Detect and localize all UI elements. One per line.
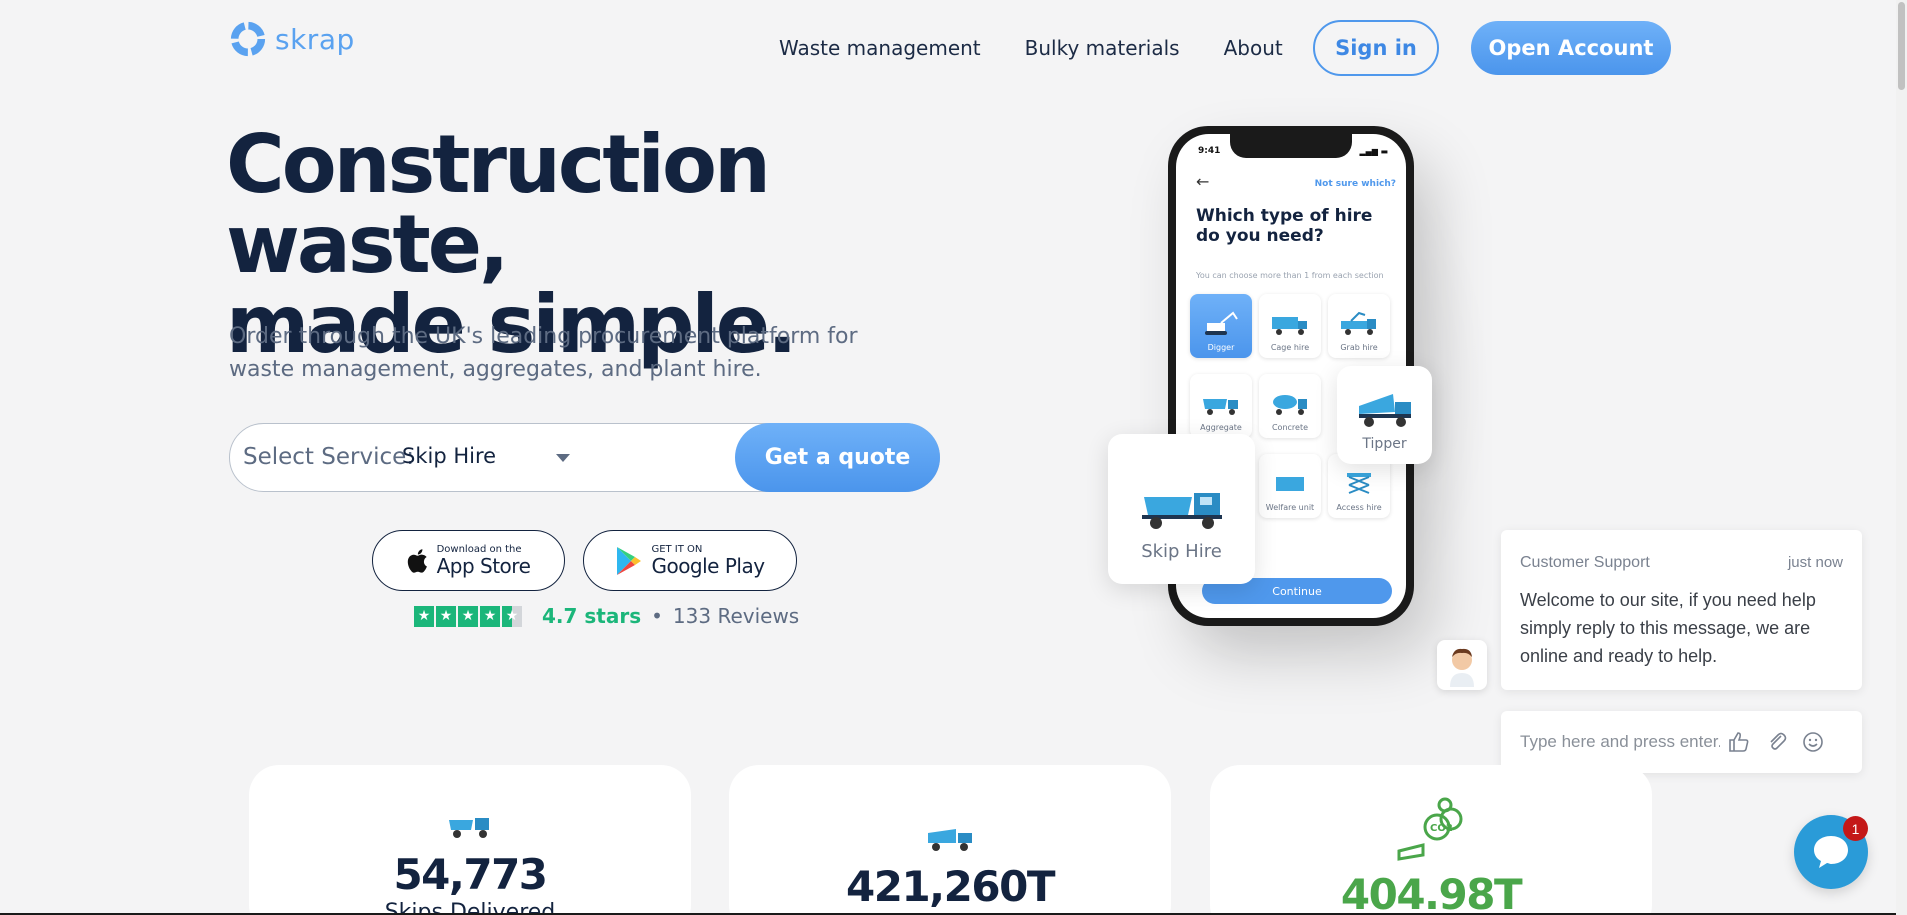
skip-truck-icon [449,818,489,838]
chat-bubble-icon [1814,836,1848,868]
service-label: Select Service: [243,444,415,470]
chat-unread-badge: 1 [1843,816,1868,841]
chat-message-bubble: Customer Support just now Welcome to our… [1501,530,1862,690]
grab-truck-icon [1341,311,1376,335]
tile-label: Welfare unit [1265,503,1315,512]
tile-cage-hire: Cage hire [1259,294,1321,358]
phone-title: Which type of hire do you need? [1196,206,1373,246]
tile-label: Access hire [1336,503,1382,512]
chat-sender: Customer Support [1520,554,1650,571]
phone-time: 9:41 [1198,146,1221,156]
tile-label: Digger [1207,343,1235,352]
rating-separator: • [651,604,663,628]
concrete-mixer-icon [1273,395,1307,415]
tile-aggregate: Aggregate [1190,374,1252,438]
welfare-unit-icon [1276,477,1304,491]
star-rating: ★ ★ ★ ★ ★ [414,605,522,627]
chat-message-text: Welcome to our site, if you need help si… [1520,590,1816,666]
app-store-text: Download on the App Store [437,544,531,577]
attachment-icon[interactable] [1763,728,1791,756]
hero-title-line1: Construction waste, [226,118,771,291]
tile-label: Grab hire [1340,343,1378,352]
chat-input[interactable] [1520,729,1720,755]
app-store-button[interactable]: Download on the App Store [372,530,565,591]
stat-card-tonnage: 421,260T [729,765,1171,915]
chat-timestamp: just now [1787,554,1843,571]
phone-hint: You can choose more than 1 from each sec… [1196,271,1384,280]
star-icon: ★ [458,605,478,627]
back-arrow-icon: ← [1196,172,1210,191]
co2-emissions-icon: CO2 [1397,797,1463,861]
stat-value: 421,260T [846,862,1055,911]
google-play-button[interactable]: GET IT ON Google Play [583,530,797,591]
tile-grab-hire: Grab hire [1328,294,1390,358]
tile-digger: Digger [1190,294,1252,358]
service-select-value[interactable]: Skip Hire [402,444,496,468]
logo-text: skrap [275,22,355,56]
aggregate-truck-icon [1203,399,1238,415]
svg-text:CO2: CO2 [1430,823,1453,834]
digger-icon [1205,311,1238,335]
nav-waste-management[interactable]: Waste management [779,36,981,60]
skip-hire-card: Skip Hire [1108,434,1255,584]
support-agent-icon [1450,648,1474,687]
tile-concrete: Concrete [1259,374,1321,438]
get-quote-button[interactable]: Get a quote [735,423,940,492]
tile-label: Cage hire [1270,343,1310,352]
page-scrollbar[interactable] [1896,0,1907,915]
scrollbar-thumb[interactable] [1898,2,1905,90]
logo-mark-icon [230,21,266,57]
tipper-truck-icon [928,829,972,851]
stat-card-skips: 54,773 Skips Delivered [249,765,691,915]
chat-composer [1501,711,1862,773]
review-count: 133 Reviews [672,604,800,628]
stat-value: 404.98T [1340,870,1523,915]
chevron-down-icon[interactable] [556,454,570,462]
skip-hire-label: Skip Hire [1141,541,1222,562]
google-play-big: Google Play [651,554,765,578]
nav-about[interactable]: About [1224,36,1283,60]
tipper-truck-icon [1358,394,1411,427]
signal-battery-icon: ▂▄▆ ▬ [1359,147,1388,156]
trustpilot-rating[interactable]: ★ ★ ★ ★ ★ 4.7 stars • 133 Reviews [414,604,799,628]
nav-bulky-materials[interactable]: Bulky materials [1025,36,1180,60]
skrap-logo[interactable]: skrap [229,20,355,58]
open-account-button[interactable]: Open Account [1471,21,1671,75]
cage-truck-icon [1272,317,1307,335]
google-play-icon [617,546,642,575]
app-store-big: App Store [436,554,531,578]
main-nav: Waste management Bulky materials About [779,20,1327,76]
star-icon: ★ [436,605,456,627]
tile-label: Aggregate [1200,423,1242,432]
stat-value: 54,773 [393,850,548,899]
support-avatar [1437,640,1487,690]
star-icon: ★ [480,605,500,627]
tile-welfare-unit: Welfare unit [1259,454,1321,518]
skip-truck-icon [1141,493,1222,529]
not-sure-link: Not sure which? [1314,179,1396,189]
emoji-icon[interactable] [1799,728,1827,756]
tile-label: Concrete [1271,423,1309,432]
tipper-label: Tipper [1362,436,1407,452]
half-star-icon: ★ [502,605,522,627]
thumbs-up-icon[interactable] [1725,728,1753,756]
google-play-text: GET IT ON Google Play [651,544,765,578]
tipper-card: Tipper [1337,366,1432,464]
phone-notch [1230,134,1352,158]
apple-icon [407,548,427,573]
stat-card-co2: CO2 404.98T [1210,765,1652,915]
rating-score: 4.7 stars [542,604,642,628]
scissor-lift-icon [1347,473,1371,494]
hero-subtitle: Order through the UK's leading procureme… [229,324,858,382]
sign-in-button[interactable]: Sign in [1313,20,1439,76]
star-icon: ★ [414,605,434,627]
